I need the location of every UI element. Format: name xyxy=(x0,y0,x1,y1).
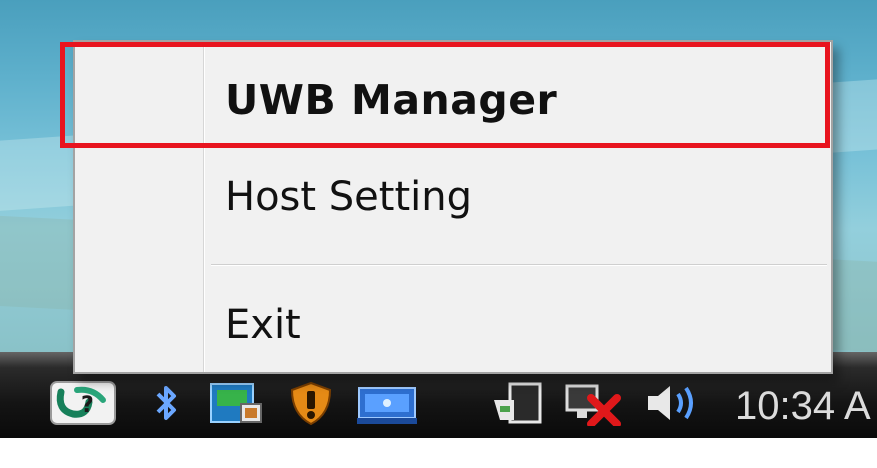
tray-context-menu: UWB Manager Host Setting Exit xyxy=(73,40,833,374)
svg-text:?: ? xyxy=(81,393,94,418)
menu-separator xyxy=(211,264,827,265)
uwb-tray-icon[interactable]: ? xyxy=(47,380,119,426)
screenshot-margin xyxy=(0,438,877,468)
menu-item-uwb-manager[interactable]: UWB Manager xyxy=(225,75,557,125)
network-disconnected-icon[interactable] xyxy=(563,380,625,428)
tray-clock[interactable]: 10:34 A xyxy=(735,384,871,428)
menu-icon-gutter-divider xyxy=(203,42,204,372)
volume-icon[interactable] xyxy=(642,380,708,426)
bluetooth-icon[interactable] xyxy=(150,380,184,426)
safely-remove-hardware-icon[interactable] xyxy=(490,380,544,426)
menu-item-host-setting[interactable]: Host Setting xyxy=(225,172,472,222)
app-icon[interactable] xyxy=(207,380,267,426)
shield-icon[interactable] xyxy=(288,380,334,426)
menu-item-exit[interactable]: Exit xyxy=(225,300,301,350)
network-adapter-icon[interactable] xyxy=(355,380,419,426)
